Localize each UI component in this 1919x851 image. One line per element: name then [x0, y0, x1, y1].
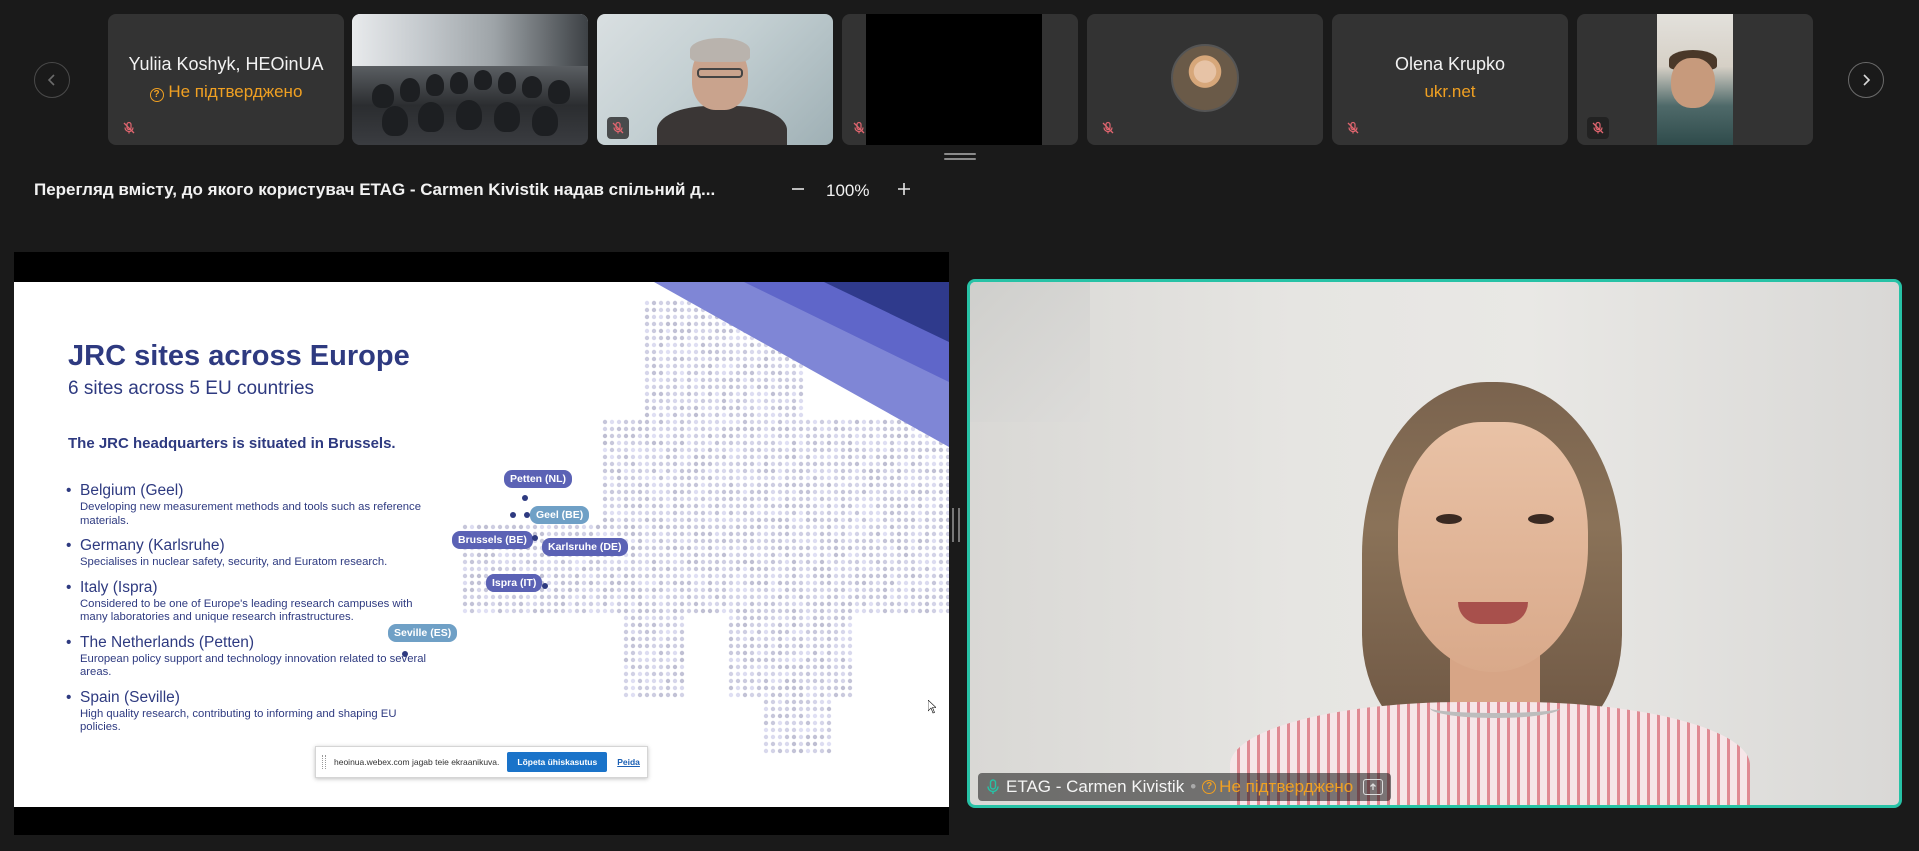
participant-tile-olena[interactable]: Olena Krupko ukr.net: [1332, 14, 1568, 145]
site-list: Belgium (Geel) Developing new measuremen…: [80, 482, 440, 744]
map-label-seville: Seville (ES): [388, 624, 457, 642]
chevron-right-icon: [1858, 72, 1874, 88]
slide-headquarters-text: The JRC headquarters is situated in Brus…: [68, 435, 396, 452]
screen-share-icon: [1363, 779, 1383, 795]
muted-mic-icon: [1587, 117, 1609, 139]
video-feed: [352, 14, 588, 145]
muted-mic-icon: [1342, 117, 1364, 139]
previous-participants-button[interactable]: [34, 62, 70, 98]
list-item: Belgium (Geel) Developing new measuremen…: [80, 482, 440, 528]
participant-domain: ukr.net: [1332, 82, 1568, 102]
video-feed: [1657, 14, 1733, 145]
shared-content-area[interactable]: JRC sites across Europe 6 sites across 5…: [14, 252, 949, 835]
muted-mic-icon: [1097, 117, 1119, 139]
participant-status: ? Не підтверджено: [108, 82, 344, 102]
list-item: Germany (Karlsruhe) Specialises in nucle…: [80, 537, 440, 570]
map-label-karlsruhe: Karlsruhe (DE): [542, 538, 628, 556]
participant-tile-avatar[interactable]: [1087, 14, 1323, 145]
map-pin-ispra: [542, 583, 548, 589]
participant-tile-black-video[interactable]: [842, 14, 1078, 145]
slide-subtitle: 6 sites across 5 EU countries: [68, 378, 314, 400]
minus-icon: [790, 181, 806, 197]
share-title: Перегляд вмісту, до якого користувач ETA…: [34, 180, 715, 200]
stop-sharing-button[interactable]: Lõpeta ühiskasutus: [507, 752, 607, 772]
strip-resize-handle[interactable]: [944, 153, 976, 161]
europe-map: Petten (NL) Geel (BE) Brussels (BE) Karl…: [444, 282, 949, 807]
map-label-brussels: Brussels (BE): [452, 531, 533, 549]
share-message: heoinua.webex.com jagab teie ekraanikuva…: [334, 757, 499, 767]
map-pin-brussels: [510, 512, 516, 518]
participant-strip: Yuliia Koshyk, HEOinUA ? Не підтверджено: [0, 0, 1919, 150]
video-feed: [597, 14, 833, 145]
participant-tile-video-small[interactable]: [1577, 14, 1813, 145]
map-label-ispra: Ispra (IT): [486, 574, 542, 592]
map-pin-seville: [402, 651, 408, 657]
screen-share-banner: heoinua.webex.com jagab teie ekraanikuva…: [315, 746, 648, 778]
next-participants-button[interactable]: [1848, 62, 1884, 98]
map-pin-petten: [522, 495, 528, 501]
participant-tile-audience-video[interactable]: [352, 14, 588, 145]
muted-mic-icon: [118, 117, 140, 139]
speaker-status: ? Не підтверджено: [1202, 777, 1353, 797]
slide-title: JRC sites across Europe: [68, 340, 410, 373]
list-item: The Netherlands (Petten) European policy…: [80, 634, 440, 680]
muted-mic-icon: [607, 117, 629, 139]
chevron-left-icon: [44, 72, 60, 88]
avatar: [1171, 44, 1239, 112]
list-item: Italy (Ispra) Considered to be one of Eu…: [80, 579, 440, 625]
speaker-nameplate: ETAG - Carmen Kivistik • ? Не підтвердже…: [978, 773, 1391, 801]
presentation-slide: JRC sites across Europe 6 sites across 5…: [14, 282, 949, 807]
participant-name: Olena Krupko: [1332, 54, 1568, 75]
drag-grip-icon[interactable]: [322, 755, 326, 769]
map-pin-karlsruhe: [532, 535, 538, 541]
participant-tile-yuliia[interactable]: Yuliia Koshyk, HEOinUA ? Не підтверджено: [108, 14, 344, 145]
plus-icon: [896, 181, 912, 197]
mouse-cursor-icon: [928, 700, 936, 714]
unverified-icon: ?: [1202, 780, 1216, 794]
mic-icon: [986, 779, 1000, 795]
video-feed: [866, 14, 1042, 145]
active-speaker-video[interactable]: ETAG - Carmen Kivistik • ? Не підтвердже…: [967, 279, 1902, 808]
zoom-level: 100%: [826, 181, 869, 201]
pane-resize-handle[interactable]: [952, 508, 960, 542]
participant-name: Yuliia Koshyk, HEOinUA: [108, 54, 344, 75]
hide-banner-link[interactable]: Peida: [617, 757, 640, 767]
map-label-geel: Geel (BE): [530, 506, 589, 524]
unverified-icon: ?: [150, 88, 164, 102]
speaker-name: ETAG - Carmen Kivistik: [1006, 777, 1184, 797]
participant-tile-video-man[interactable]: [597, 14, 833, 145]
muted-mic-icon: [848, 117, 870, 139]
map-label-petten: Petten (NL): [504, 470, 572, 488]
zoom-in-button[interactable]: [892, 177, 916, 201]
zoom-out-button[interactable]: [786, 177, 810, 201]
list-item: Spain (Seville) High quality research, c…: [80, 689, 440, 735]
